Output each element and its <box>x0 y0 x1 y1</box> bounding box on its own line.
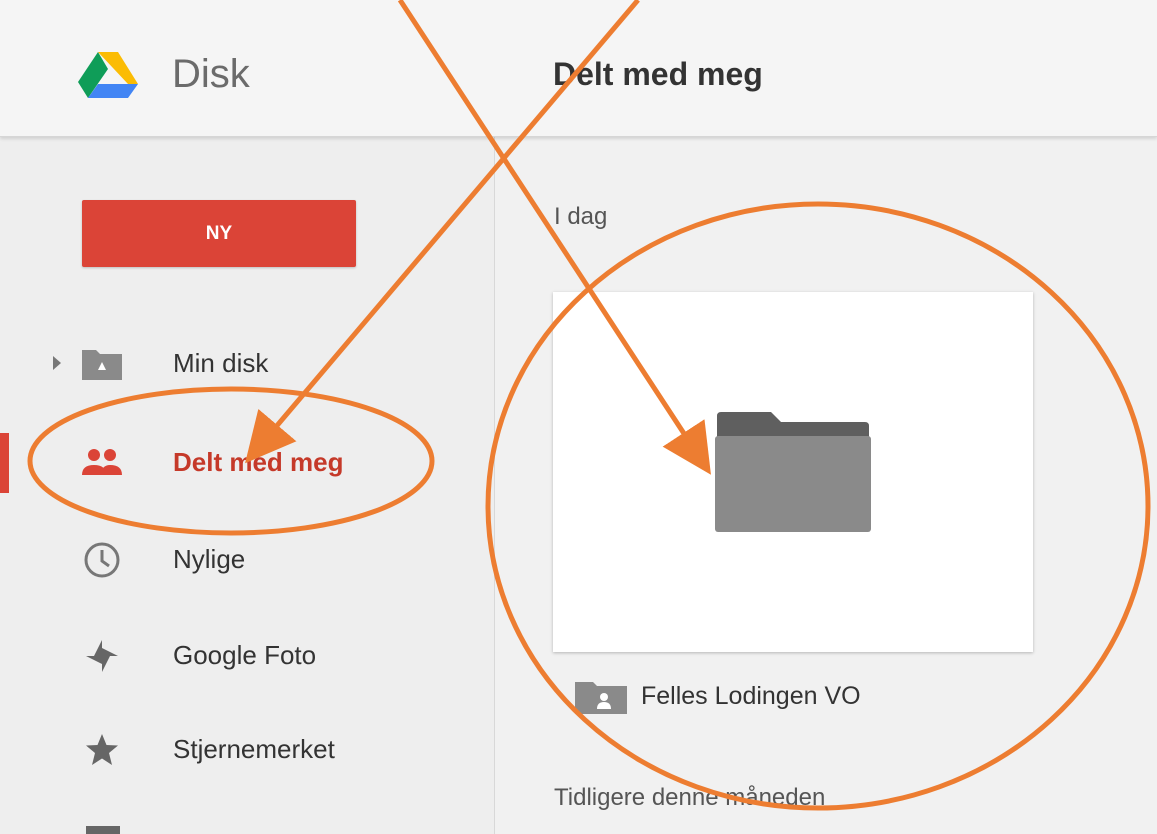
sidebar-item-recent[interactable]: Nylige <box>0 530 494 590</box>
expand-arrow-icon[interactable] <box>53 356 61 370</box>
sidebar-item-label: Min disk <box>173 348 269 378</box>
drive-folder-icon <box>82 350 122 380</box>
pinwheel-icon <box>86 640 118 672</box>
shared-folder-icon <box>575 682 627 714</box>
sidebar-item-google-photos[interactable]: Google Foto <box>0 626 494 686</box>
sidebar-item-starred[interactable]: Stjernemerket <box>0 720 494 780</box>
page-title: Delt med meg <box>553 56 763 92</box>
people-icon <box>82 449 122 475</box>
app-brand[interactable]: Disk <box>172 52 250 97</box>
sidebar-item-label: Nylige <box>173 544 246 574</box>
section-heading-today: I dag <box>554 203 608 230</box>
active-indicator <box>0 433 9 493</box>
sidebar-item-label: Delt med meg <box>173 447 344 477</box>
folder-name: Felles Lodingen VO <box>641 682 861 710</box>
star-icon <box>86 734 118 765</box>
section-heading-earlier: Tidligere denne måneden <box>554 784 826 811</box>
folder-thumbnail[interactable] <box>553 292 1033 652</box>
folder-icon <box>715 412 871 532</box>
sidebar-item-label: Stjernemerket <box>173 734 335 764</box>
sidebar-item-min-disk[interactable]: Min disk <box>0 334 494 394</box>
trash-icon <box>86 826 120 834</box>
sidebar-item-shared-with-me[interactable]: Delt med meg <box>0 433 494 493</box>
clock-icon <box>84 542 120 578</box>
sidebar-item-label: Google Foto <box>173 640 317 670</box>
folder-item[interactable]: Felles Lodingen VO <box>553 672 1033 722</box>
new-button[interactable]: NY <box>82 200 356 267</box>
google-drive-logo-icon[interactable] <box>78 52 138 98</box>
top-bar: Disk Delt med meg <box>0 0 1157 137</box>
